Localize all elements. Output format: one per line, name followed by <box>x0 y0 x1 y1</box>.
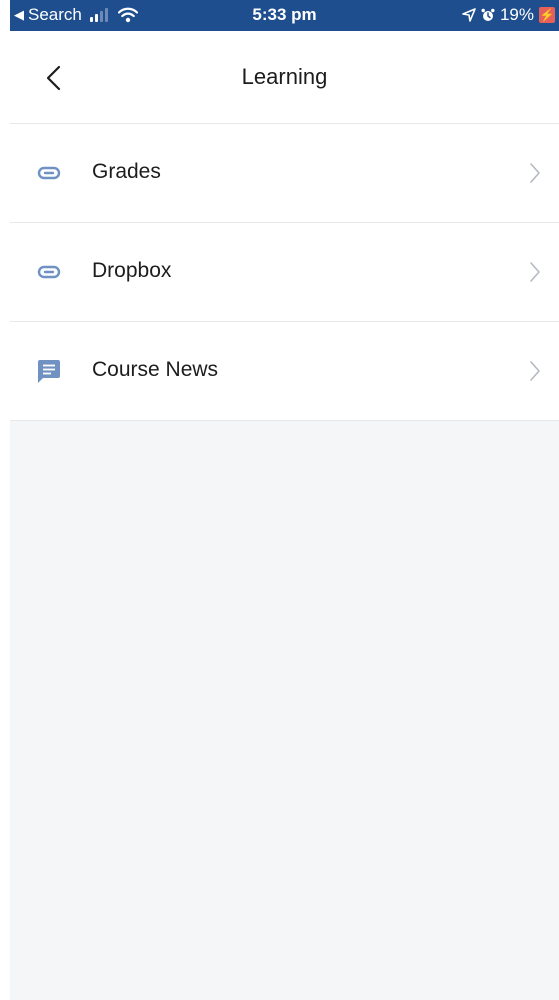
learning-screen: ◀ Search 5:33 pm 19% ⚡ Learning Grades D… <box>0 0 559 1000</box>
link-icon <box>37 265 61 279</box>
chevron-right-icon <box>530 361 540 381</box>
location-arrow-icon <box>462 8 476 22</box>
status-bar: ◀ Search 5:33 pm 19% ⚡ <box>10 0 559 31</box>
chevron-right-icon <box>530 262 540 282</box>
alarm-icon <box>481 8 495 21</box>
chevron-right-icon <box>530 163 540 183</box>
battery-charging-icon: ⚡ <box>539 7 555 23</box>
list-item-grades[interactable]: Grades <box>10 124 559 223</box>
list-item-dropbox[interactable]: Dropbox <box>10 223 559 322</box>
list-item-label: Grades <box>92 160 161 183</box>
list-item-course-news[interactable]: Course News <box>10 322 559 421</box>
page-title: Learning <box>241 64 328 89</box>
list-item-label: Dropbox <box>92 259 172 282</box>
message-icon <box>38 360 60 383</box>
empty-content-area <box>10 421 559 1000</box>
header: Learning <box>10 31 559 124</box>
status-bar-right: 19% ⚡ <box>462 5 555 25</box>
list-item-label: Course News <box>92 358 219 381</box>
learning-menu-list: Grades Dropbox Course News <box>10 124 559 421</box>
link-icon <box>37 166 61 180</box>
battery-percent: 19% <box>499 5 534 24</box>
